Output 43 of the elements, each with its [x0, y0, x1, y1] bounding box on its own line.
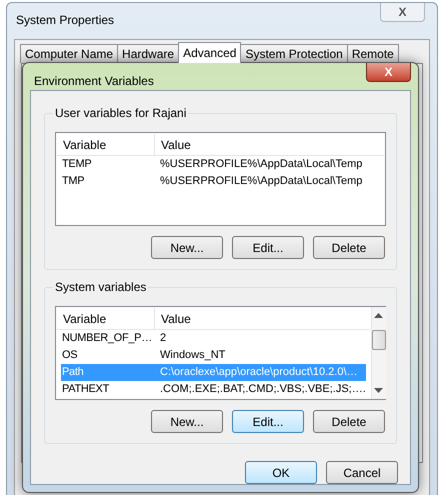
dialog-button[interactable]: Delete [313, 410, 385, 433]
list-row[interactable]: PATHEXT .COM;.EXE;.BAT;.CMD;.VBS;.VBE;.JS;…. [61, 381, 366, 398]
dialog-button[interactable]: Edit... [232, 410, 304, 433]
list-row[interactable]: OS Windows_NT [61, 347, 366, 364]
scrollbar-thumb[interactable] [372, 330, 386, 350]
variable-name: TMP [61, 174, 86, 189]
column-header[interactable]: Value [155, 134, 384, 155]
variable-name: TEMP [61, 157, 92, 172]
window-title: System Properties [16, 12, 114, 29]
variable-value: 2 [159, 331, 168, 346]
column-header[interactable]: Variable [57, 308, 155, 329]
dialog-title: Environment Variables [34, 73, 154, 90]
list-row[interactable]: NUMBER_OF_P… 2 [61, 330, 366, 347]
tab[interactable]: Hardware [117, 44, 180, 63]
variable-value: .COM;.EXE;.BAT;.CMD;.VBS;.VBE;.JS;…. [159, 382, 366, 397]
variable-name: NUMBER_OF_P… [61, 331, 153, 346]
tab[interactable]: Computer Name [20, 44, 118, 63]
dialog-button[interactable]: Delete [313, 236, 385, 259]
variable-value: %USERPROFILE%\AppData\Local\Temp [159, 174, 364, 189]
variable-name: OS [61, 348, 78, 363]
scroll-up-icon[interactable] [374, 312, 384, 318]
dialog-button[interactable]: OK [245, 461, 317, 484]
variable-name: PATHEXT [61, 382, 110, 397]
dialog-button[interactable]: New... [151, 236, 223, 259]
dialog-button[interactable]: Cancel [326, 461, 398, 484]
column-header[interactable]: Value [155, 308, 370, 329]
list-row[interactable]: TMP %USERPROFILE%\AppData\Local\Temp [61, 173, 380, 190]
scrollbar[interactable] [370, 307, 386, 399]
group-title: System variables [53, 280, 148, 294]
dialog-button[interactable]: Edit... [232, 236, 304, 259]
scroll-down-icon[interactable] [374, 388, 384, 394]
tab[interactable]: Advanced [178, 42, 242, 63]
tab[interactable]: System Protection [240, 44, 348, 63]
tab[interactable]: Remote [346, 44, 399, 63]
column-header[interactable]: Variable [57, 134, 155, 155]
variable-value: %USERPROFILE%\AppData\Local\Temp [159, 157, 364, 172]
close-button[interactable]: X [380, 3, 425, 22]
variable-name: Path [61, 365, 84, 380]
dialog-button[interactable]: New... [151, 410, 223, 433]
group-title: User variables for Rajani [53, 106, 188, 120]
list-row[interactable]: TEMP %USERPROFILE%\AppData\Local\Temp [61, 156, 380, 173]
variable-value: Windows_NT [159, 348, 226, 363]
variable-value: C:\oraclexe\app\oracle\product\10.2.0\… [159, 365, 359, 380]
